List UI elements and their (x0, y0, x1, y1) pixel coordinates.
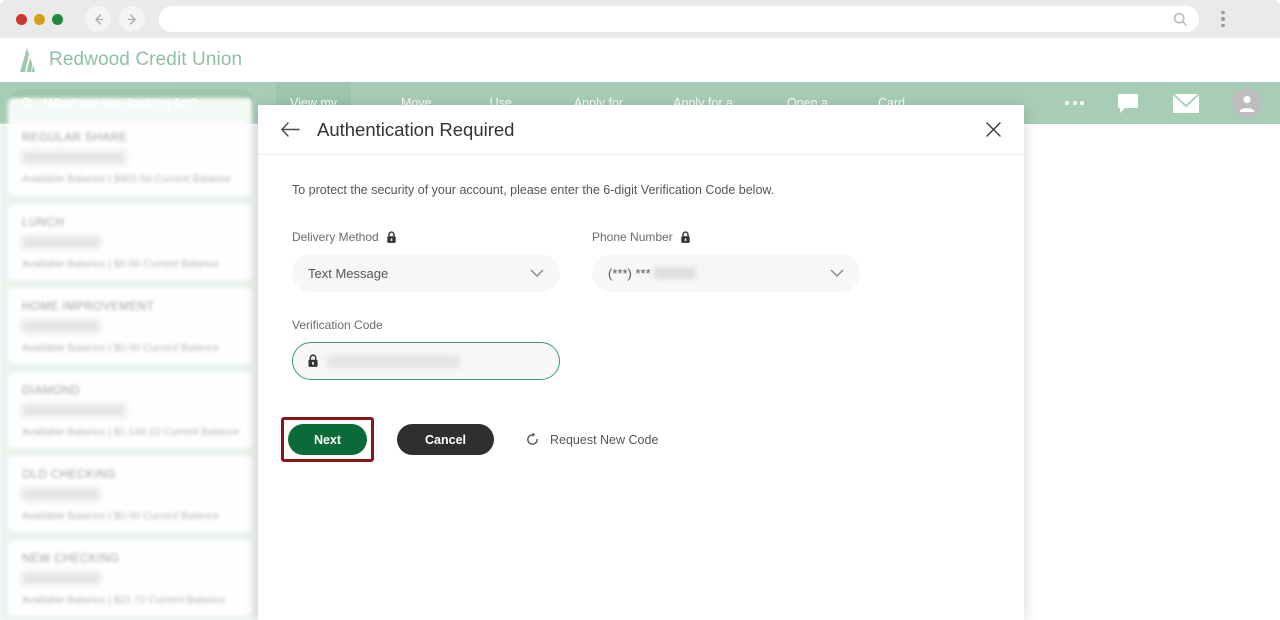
account-card[interactable]: REGULAR SHARE Available Balance | $902.6… (8, 98, 252, 196)
chevron-down-icon (830, 269, 844, 277)
account-amount-masked (22, 404, 126, 417)
browser-chrome (0, 0, 1280, 38)
account-amount-masked (22, 151, 126, 164)
account-balance: Available Balance | $0.00 Current Balanc… (22, 510, 219, 522)
site-header: Redwood Credit Union (0, 38, 1280, 82)
accounts-sidebar: REGULAR SHARE Available Balance | $902.6… (0, 98, 260, 620)
account-balance: Available Balance | $0.00 Current Balanc… (22, 258, 219, 270)
envelope-icon[interactable] (1172, 92, 1200, 114)
account-card[interactable]: OLD CHECKING Available Balance | $0.00 C… (8, 456, 252, 532)
cancel-button[interactable]: Cancel (397, 424, 494, 455)
lock-icon (681, 230, 690, 243)
verification-code-masked-value (327, 354, 459, 368)
delivery-method-label-wrap: Delivery Method (292, 230, 560, 244)
refresh-icon (527, 432, 538, 445)
account-card[interactable]: NEW CHECKING Available Balance | $21.72 … (8, 540, 252, 616)
lock-icon (308, 354, 318, 367)
verification-code-label-wrap: Verification Code (292, 318, 560, 332)
delivery-method-select[interactable]: Text Message (292, 254, 560, 292)
phone-number-field: Phone Number (***) *** (592, 230, 860, 292)
account-name: LUNCH (22, 217, 65, 229)
browser-nav-arrows (85, 6, 145, 32)
delivery-method-label: Delivery Method (292, 230, 379, 244)
account-amount-masked (22, 236, 100, 249)
window-traffic-lights (0, 13, 63, 25)
delivery-fields-row: Delivery Method Text Message Phone Numbe… (292, 230, 990, 292)
account-name: REGULAR SHARE (22, 132, 128, 144)
brand-name: Redwood Credit Union (49, 49, 243, 70)
account-card[interactable]: HOME IMPROVEMENT Available Balance | $0.… (8, 288, 252, 364)
close-x-icon[interactable] (982, 119, 1004, 141)
nav-utility-icons (1065, 88, 1280, 118)
search-icon (1173, 12, 1187, 26)
account-amount-masked (22, 488, 100, 501)
modal-body: To protect the security of your account,… (258, 155, 1024, 462)
minimize-window-button[interactable] (34, 13, 45, 25)
account-amount-masked (22, 320, 100, 333)
account-balance: Available Balance | $902.60 Current Bala… (22, 173, 231, 185)
verification-code-field: Verification Code (292, 318, 560, 380)
page-title: Authentication Required (317, 118, 515, 140)
account-balance: Available Balance | $21.72 Current Balan… (22, 594, 225, 606)
phone-number-label: Phone Number (592, 230, 673, 244)
url-input[interactable] (159, 6, 1199, 32)
verification-code-label: Verification Code (292, 318, 383, 332)
next-button[interactable]: Next (288, 424, 367, 455)
phone-number-value: (***) *** (608, 265, 651, 281)
chevron-down-icon (530, 269, 544, 277)
kebab-menu-icon[interactable] (1213, 6, 1233, 32)
redwood-tree-logo (20, 48, 35, 72)
request-new-code-link[interactable]: Request New Code (525, 432, 658, 447)
more-dots-icon[interactable] (1065, 101, 1084, 105)
account-name: NEW CHECKING (22, 553, 120, 565)
page-body: REGULAR SHARE Available Balance | $902.6… (0, 98, 1280, 620)
maximize-window-button[interactable] (52, 13, 63, 25)
modal-description: To protect the security of your account,… (292, 183, 775, 197)
back-arrow-icon[interactable] (85, 6, 111, 32)
account-amount-masked (22, 572, 100, 585)
phone-number-masked-digits (653, 267, 696, 279)
modal-action-buttons: Next Cancel Request New Code (281, 417, 990, 462)
account-name: HOME IMPROVEMENT (22, 301, 155, 313)
account-card[interactable]: LUNCH Available Balance | $0.00 Current … (8, 204, 252, 280)
account-name: OLD CHECKING (22, 469, 117, 481)
account-card[interactable]: DIAMOND Available Balance | $1,140.22 Cu… (8, 372, 252, 448)
lock-icon (387, 230, 396, 243)
delivery-method-field: Delivery Method Text Message (292, 230, 560, 292)
modal-header: Authentication Required (258, 105, 1024, 155)
authentication-modal: Authentication Required To protect the s… (258, 105, 1024, 620)
account-name: DIAMOND (22, 385, 81, 397)
close-window-button[interactable] (16, 13, 27, 25)
next-button-highlight: Next (281, 417, 374, 462)
verification-code-input[interactable] (292, 342, 560, 380)
back-arrow-icon[interactable] (280, 119, 302, 141)
brand-logo[interactable]: Redwood Credit Union (0, 46, 242, 74)
user-avatar-icon[interactable] (1232, 88, 1262, 118)
forward-arrow-icon[interactable] (119, 6, 145, 32)
delivery-method-value: Text Message (308, 265, 389, 281)
chat-bubble-icon[interactable] (1116, 92, 1140, 115)
phone-number-select[interactable]: (***) *** (592, 254, 860, 292)
phone-number-label-wrap: Phone Number (592, 230, 860, 244)
request-new-code-label: Request New Code (550, 432, 659, 447)
account-balance: Available Balance | $0.00 Current Balanc… (22, 342, 219, 354)
account-balance: Available Balance | $1,140.22 Current Ba… (22, 426, 240, 438)
